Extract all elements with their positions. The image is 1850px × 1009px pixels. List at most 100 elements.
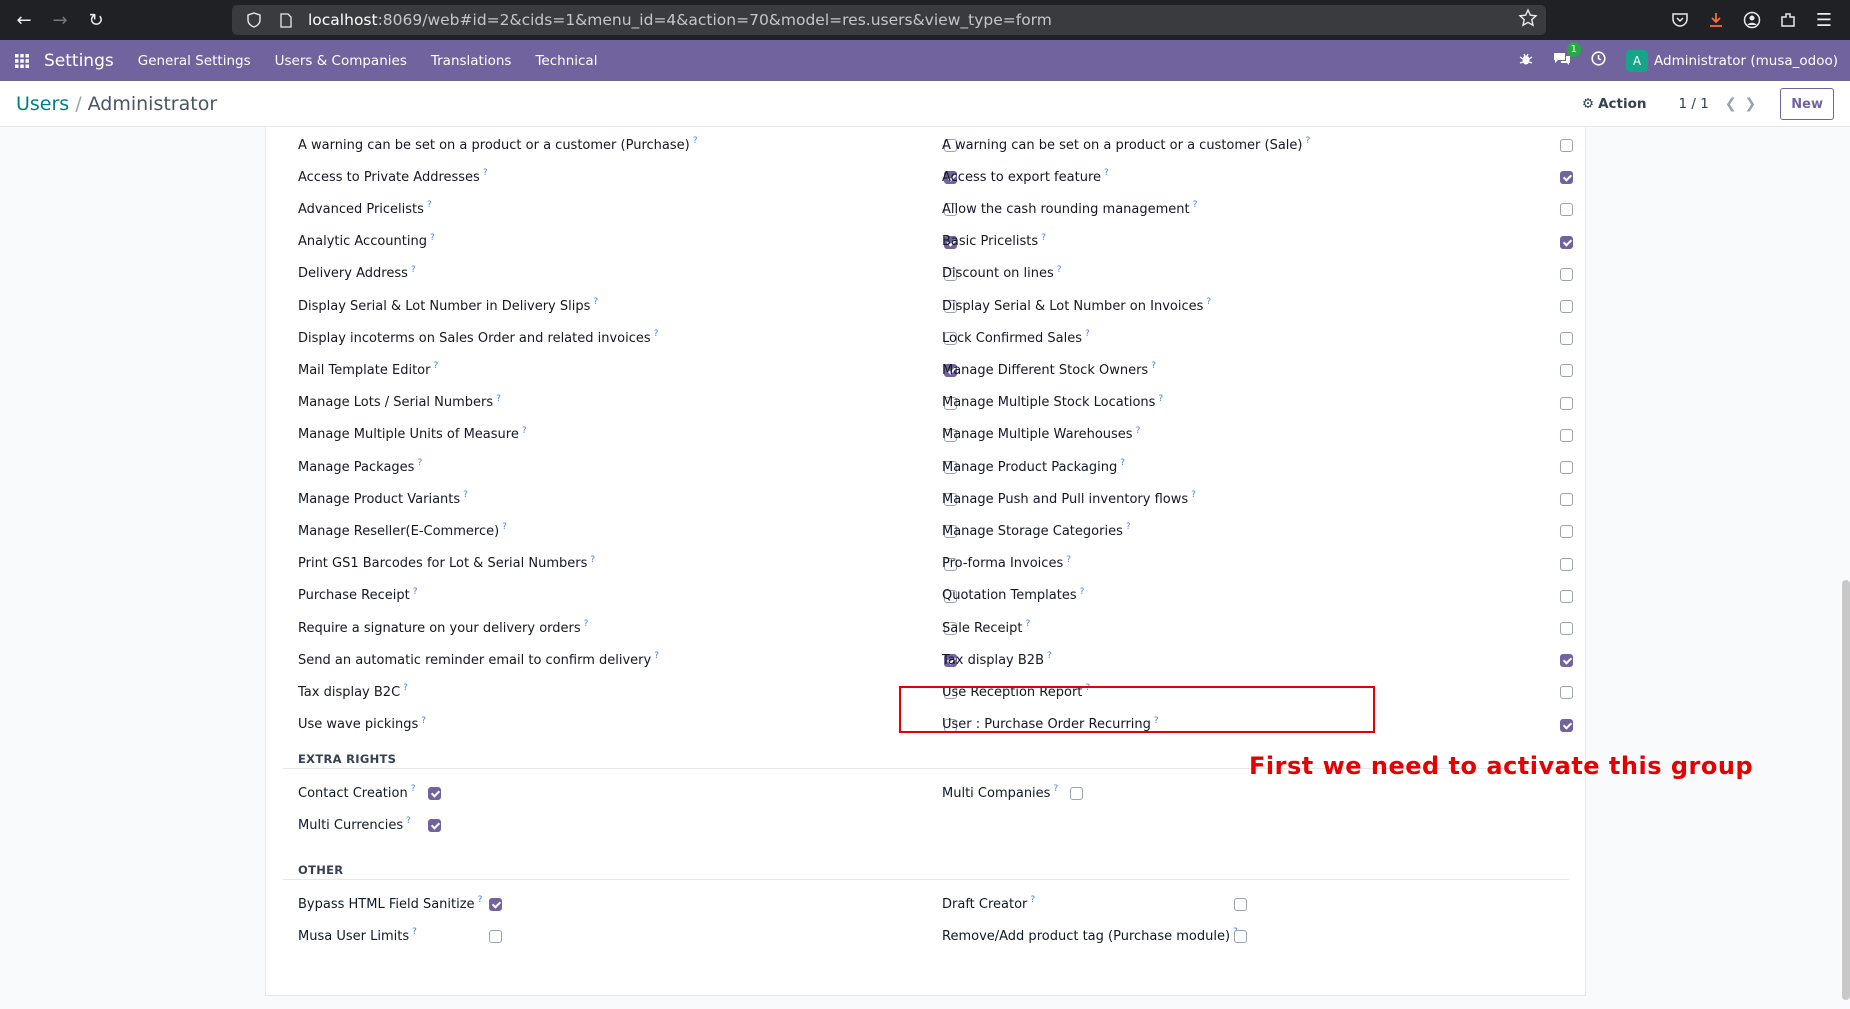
permission-checkbox[interactable] xyxy=(1560,203,1573,217)
help-tooltip-icon[interactable]: ? xyxy=(1193,200,1198,210)
help-tooltip-icon[interactable]: ? xyxy=(483,168,488,178)
help-tooltip-icon[interactable]: ? xyxy=(1047,651,1052,661)
permission-checkbox[interactable] xyxy=(1560,622,1573,635)
permission-checkbox[interactable] xyxy=(1560,267,1573,281)
permission-checkbox[interactable] xyxy=(1560,493,1573,507)
activity-clock-icon[interactable] xyxy=(1591,51,1606,70)
permission-checkbox[interactable] xyxy=(1560,171,1573,185)
apps-grid-icon[interactable] xyxy=(0,40,44,81)
permission-checkbox[interactable] xyxy=(489,898,502,911)
permission-label: Manage Different Stock Owners xyxy=(942,362,1149,378)
permission-checkbox[interactable] xyxy=(1070,787,1083,800)
help-tooltip-icon[interactable]: ? xyxy=(1151,361,1156,371)
help-tooltip-icon[interactable]: ? xyxy=(463,490,468,500)
help-tooltip-icon[interactable]: ? xyxy=(1206,297,1211,307)
permission-checkbox[interactable] xyxy=(1234,898,1247,911)
breadcrumb-users-link[interactable]: Users xyxy=(16,93,69,115)
permission-checkbox[interactable] xyxy=(1560,461,1573,474)
permission-checkbox[interactable] xyxy=(1560,654,1573,668)
help-tooltip-icon[interactable]: ? xyxy=(1053,784,1058,794)
permission-checkbox[interactable] xyxy=(1560,235,1573,249)
extensions-icon[interactable] xyxy=(1770,2,1806,38)
help-tooltip-icon[interactable]: ? xyxy=(1120,458,1125,468)
permission-checkbox[interactable] xyxy=(1560,525,1573,539)
permission-checkbox[interactable] xyxy=(1560,396,1573,410)
action-menu-button[interactable]: ⚙ Action xyxy=(1582,96,1647,112)
permission-checkbox[interactable] xyxy=(1560,139,1573,152)
bookmark-star-icon[interactable] xyxy=(1518,8,1538,32)
help-tooltip-icon[interactable]: ? xyxy=(1026,619,1031,629)
help-tooltip-icon[interactable]: ? xyxy=(1066,555,1071,565)
permission-checkbox[interactable] xyxy=(1560,718,1573,732)
menu-general-settings[interactable]: General Settings xyxy=(138,53,251,69)
help-tooltip-icon[interactable]: ? xyxy=(1136,426,1141,436)
help-tooltip-icon[interactable]: ? xyxy=(1085,329,1090,339)
permission-checkbox[interactable] xyxy=(428,819,441,832)
help-tooltip-icon[interactable]: ? xyxy=(584,619,589,629)
help-tooltip-icon[interactable]: ? xyxy=(693,136,698,146)
back-icon[interactable]: ← xyxy=(6,2,42,38)
help-tooltip-icon[interactable]: ? xyxy=(590,555,595,565)
help-tooltip-icon[interactable]: ? xyxy=(1126,522,1131,532)
account-icon[interactable] xyxy=(1734,2,1770,38)
chevron-right-icon[interactable]: ❯ xyxy=(1745,96,1765,112)
help-tooltip-icon[interactable]: ? xyxy=(502,522,507,532)
help-tooltip-icon[interactable]: ? xyxy=(413,587,418,597)
menu-technical[interactable]: Technical xyxy=(535,53,597,69)
permission-checkbox[interactable] xyxy=(1234,930,1247,943)
discuss-chat-icon[interactable]: 1 xyxy=(1553,41,1582,70)
permission-checkbox[interactable] xyxy=(428,787,441,800)
pocket-icon[interactable] xyxy=(1662,2,1698,38)
permission-checkbox[interactable] xyxy=(489,930,502,943)
permission-checkbox[interactable] xyxy=(1560,557,1573,571)
help-tooltip-icon[interactable]: ? xyxy=(1191,490,1196,500)
menu-users-companies[interactable]: Users & Companies xyxy=(275,53,407,69)
debug-bug-icon[interactable] xyxy=(1519,52,1533,70)
permission-label: Contact Creation xyxy=(298,785,408,801)
permission-checkbox[interactable] xyxy=(1560,300,1573,313)
help-tooltip-icon[interactable]: ? xyxy=(522,426,527,436)
help-tooltip-icon[interactable]: ? xyxy=(433,361,438,371)
app-name[interactable]: Settings xyxy=(44,51,114,71)
chevron-left-icon[interactable]: ❮ xyxy=(1725,96,1745,112)
user-menu[interactable]: A Administrator (musa_odoo) xyxy=(1626,49,1838,72)
help-tooltip-icon[interactable]: ? xyxy=(417,458,422,468)
help-tooltip-icon[interactable]: ? xyxy=(421,716,426,726)
help-tooltip-icon[interactable]: ? xyxy=(406,816,411,826)
help-tooltip-icon[interactable]: ? xyxy=(430,233,435,243)
help-tooltip-icon[interactable]: ? xyxy=(593,297,598,307)
forward-icon[interactable]: → xyxy=(42,2,78,38)
permission-row-send-an-automatic-reminder-email-to-confirm-delivery: Send an automatic reminder email to conf… xyxy=(298,650,659,670)
new-button[interactable]: New xyxy=(1780,88,1834,120)
help-tooltip-icon[interactable]: ? xyxy=(1306,136,1311,146)
help-tooltip-icon[interactable]: ? xyxy=(412,927,417,937)
help-tooltip-icon[interactable]: ? xyxy=(654,329,659,339)
permission-checkbox[interactable] xyxy=(1560,428,1573,442)
form-sheet: A warning can be set on a product or a c… xyxy=(265,127,1586,996)
help-tooltip-icon[interactable]: ? xyxy=(496,394,501,404)
scrollbar[interactable] xyxy=(1842,580,1850,1000)
help-tooltip-icon[interactable]: ? xyxy=(1080,587,1085,597)
help-tooltip-icon[interactable]: ? xyxy=(1158,394,1163,404)
address-bar[interactable]: localhost:8069/web#id=2&cids=1&menu_id=4… xyxy=(232,5,1546,35)
help-tooltip-icon[interactable]: ? xyxy=(403,683,408,693)
help-tooltip-icon[interactable]: ? xyxy=(654,651,659,661)
help-tooltip-icon[interactable]: ? xyxy=(411,265,416,275)
help-tooltip-icon[interactable]: ? xyxy=(1030,895,1035,905)
permission-checkbox[interactable] xyxy=(1560,589,1573,603)
help-tooltip-icon[interactable]: ? xyxy=(1057,265,1062,275)
permission-checkbox[interactable] xyxy=(1560,686,1573,700)
hamburger-menu-icon[interactable]: ☰ xyxy=(1806,2,1842,38)
help-tooltip-icon[interactable]: ? xyxy=(427,200,432,210)
permission-checkbox[interactable] xyxy=(1560,364,1573,378)
help-tooltip-icon[interactable]: ? xyxy=(478,895,483,905)
reload-icon[interactable]: ↻ xyxy=(78,2,114,38)
menu-translations[interactable]: Translations xyxy=(431,53,512,69)
permission-label: Allow the cash rounding management xyxy=(942,201,1190,217)
pager-value[interactable]: 1 / 1 xyxy=(1679,96,1709,112)
help-tooltip-icon[interactable]: ? xyxy=(1104,168,1109,178)
download-icon[interactable] xyxy=(1698,2,1734,38)
permission-checkbox[interactable] xyxy=(1560,332,1573,346)
help-tooltip-icon[interactable]: ? xyxy=(1041,233,1046,243)
help-tooltip-icon[interactable]: ? xyxy=(411,784,416,794)
